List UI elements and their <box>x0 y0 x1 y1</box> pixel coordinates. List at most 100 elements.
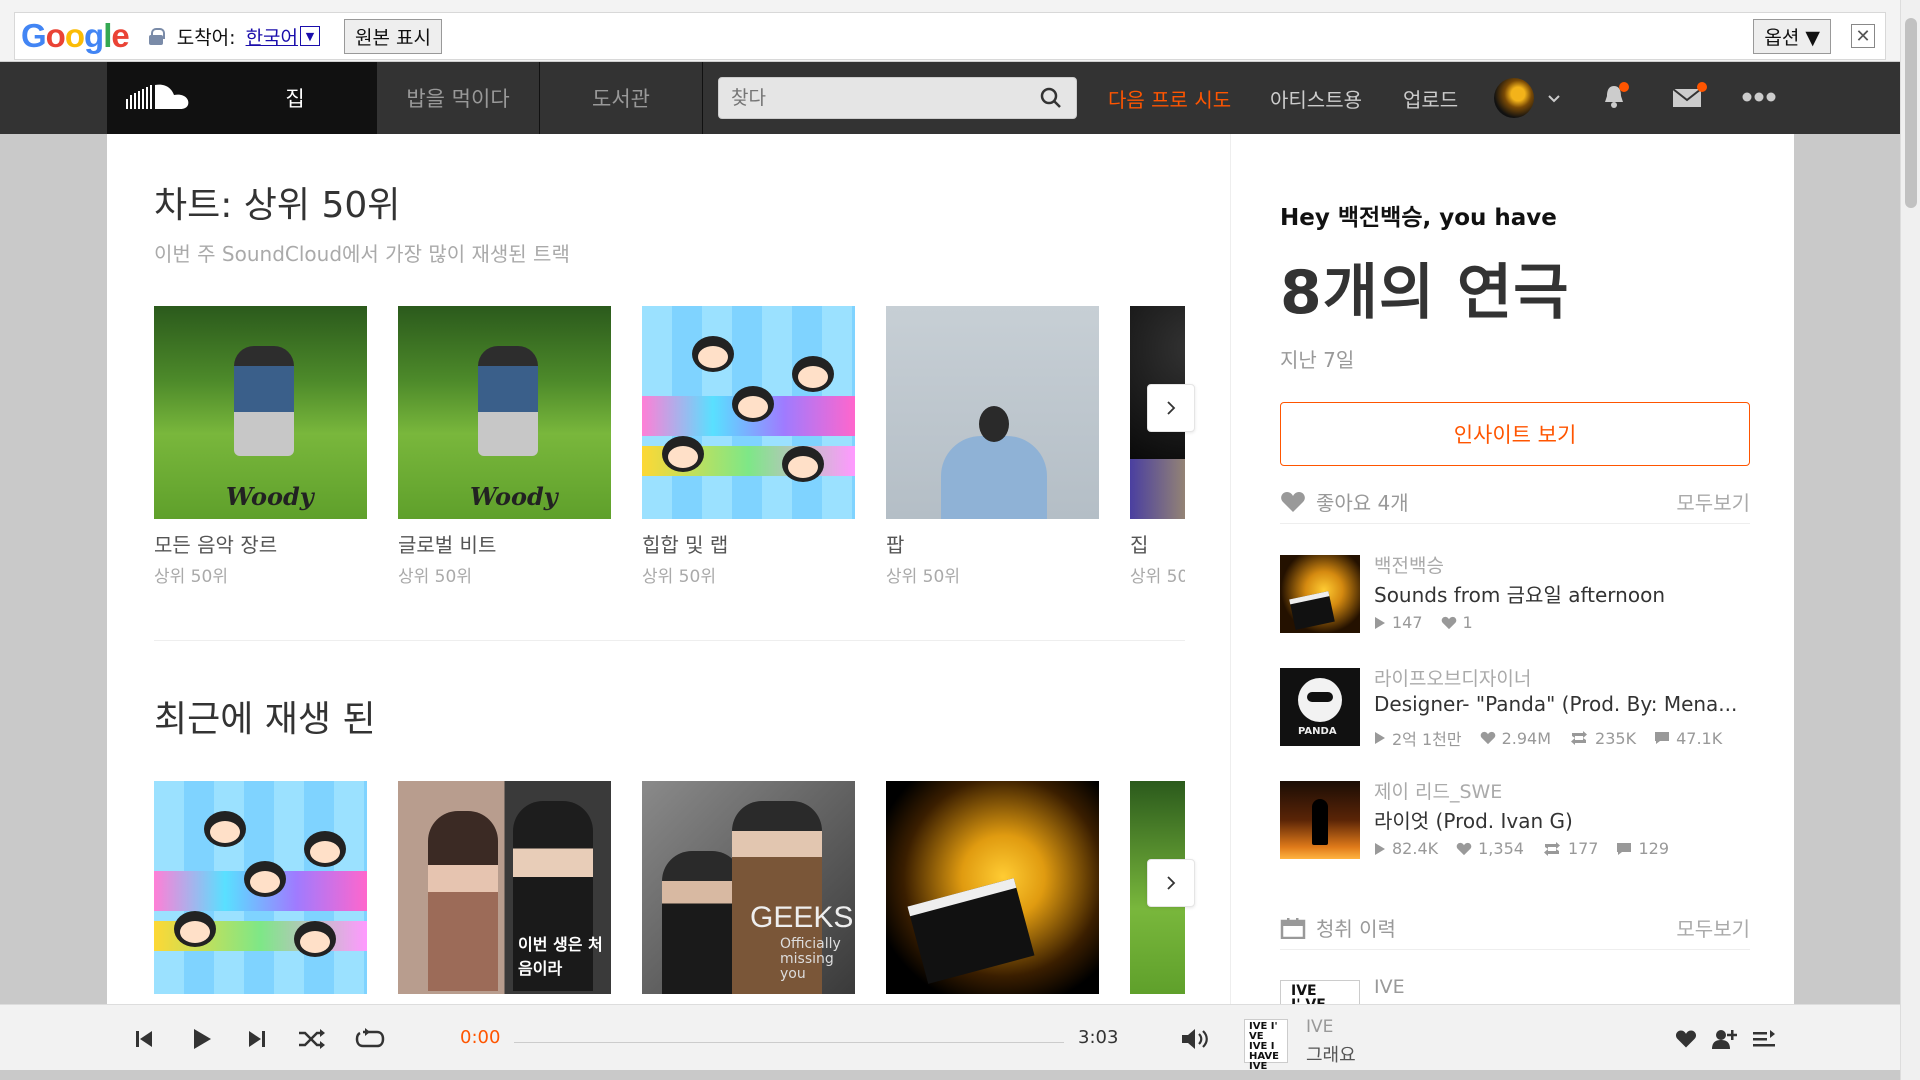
chart-card-title[interactable]: 집 <box>1130 529 1185 558</box>
pixel-artwork[interactable] <box>642 306 855 519</box>
track-user[interactable]: IVE <box>1374 976 1405 998</box>
liked-track-row[interactable]: 백전백승 Sounds from 금요일 afternoon 147 1 <box>1280 555 1750 635</box>
pixel-artwork[interactable] <box>154 781 367 994</box>
player-bar: 0:00 3:03 IVE I' VE IVE I HAVE IVE IVE 그… <box>0 1004 1900 1072</box>
translate-bar: Google 도착어: 한국어 ▼ 원본 표시 옵션 ▼ ✕ <box>0 0 1900 62</box>
recently-played-title[interactable]: 최근에 재생 된 <box>154 690 376 742</box>
cloud-icon <box>125 84 188 109</box>
follow-button[interactable] <box>1710 1025 1738 1053</box>
queue-button[interactable] <box>1750 1025 1778 1053</box>
chart-card[interactable]: Woody 모든 음악 장르 상위 50위 <box>154 306 367 587</box>
shuffle-icon <box>299 1029 325 1049</box>
chart-card[interactable]: Woody 글로벌 비트 상위 50위 <box>398 306 611 587</box>
liked-track-row[interactable]: PANDA 라이프오브디자이너 Designer- "Panda" (Prod.… <box>1280 668 1750 749</box>
history-track-row[interactable]: IVE I' VE IVE <box>1280 976 1750 1004</box>
play-count-icon <box>1375 732 1385 744</box>
progress-bar[interactable] <box>514 1042 1064 1043</box>
chart-card-title[interactable]: 힙합 및 랩 <box>642 529 855 558</box>
more-options-icon[interactable] <box>1742 92 1776 102</box>
woody-artwork[interactable]: Woody <box>398 306 611 519</box>
queue-icon <box>1753 1030 1775 1047</box>
woody-artwork[interactable]: Woody <box>154 306 367 519</box>
recent-card[interactable]: 이번 생은 처음이라 <box>398 781 611 994</box>
ive-thumb[interactable]: IVE I' VE <box>1280 980 1360 1004</box>
liked-track-row[interactable]: 제이 리드_SWE 라이엇 (Prod. Ivan G) 82.4K 1,354… <box>1280 781 1750 861</box>
search-icon[interactable] <box>1040 87 1062 109</box>
user-avatar[interactable] <box>1494 78 1534 118</box>
geeks-artwork[interactable]: GEEKS Officially missing you <box>642 781 855 994</box>
add-user-icon <box>1712 1030 1737 1049</box>
track-title[interactable]: Sounds from 금요일 afternoon <box>1374 579 1750 608</box>
play-button[interactable] <box>188 1025 216 1053</box>
vertical-scrollbar[interactable] <box>1900 0 1920 1080</box>
nav-feed[interactable]: 밥을 먹이다 <box>377 62 540 134</box>
history-view-all-link[interactable]: 모두보기 <box>1676 913 1750 942</box>
language-dropdown-icon[interactable]: ▼ <box>300 26 321 46</box>
recent-card[interactable] <box>154 781 367 994</box>
heart-icon <box>1675 1030 1697 1048</box>
track-user[interactable]: 백전백승 <box>1374 551 1444 578</box>
like-count-icon <box>1456 842 1472 855</box>
upload-link[interactable]: 업로드 <box>1403 62 1458 134</box>
view-insights-button[interactable]: 인사이트 보기 <box>1280 402 1750 466</box>
skip-back-icon <box>136 1031 152 1047</box>
nav-home[interactable]: 집 <box>214 62 377 134</box>
nav-library[interactable]: 도서관 <box>540 62 703 134</box>
previous-button[interactable] <box>130 1025 158 1053</box>
for-artists-link[interactable]: 아티스트용 <box>1270 62 1362 134</box>
chevron-down-icon[interactable] <box>1548 92 1560 104</box>
show-original-button[interactable]: 원본 표시 <box>344 18 442 54</box>
sidebar: Hey 백전백승, you have 8개의 연극 지난 7일 인사이트 보기 … <box>1280 134 1750 1004</box>
likes-view-all-link[interactable]: 모두보기 <box>1676 487 1750 516</box>
search-box <box>718 77 1077 119</box>
shuffle-button[interactable] <box>298 1025 326 1053</box>
chart-card-title[interactable]: 모든 음악 장르 <box>154 529 367 558</box>
now-playing-thumb[interactable]: IVE I' VE IVE I HAVE IVE <box>1244 1019 1288 1072</box>
chart-card[interactable]: 힙합 및 랩 상위 50위 <box>642 306 855 587</box>
scrollbar-thumb[interactable] <box>1905 18 1917 208</box>
drama-ost-artwork[interactable]: 이번 생은 처음이라 <box>398 781 611 994</box>
try-pro-link[interactable]: 다음 프로 시도 <box>1108 62 1231 134</box>
chart-card-title[interactable]: 팝 <box>886 529 1099 558</box>
recent-card[interactable]: GEEKS Officially missing you <box>642 781 855 994</box>
charts-next-button[interactable] <box>1147 384 1195 432</box>
options-button[interactable]: 옵션 ▼ <box>1753 18 1831 54</box>
recent-next-button[interactable] <box>1147 859 1195 907</box>
soundcloud-logo[interactable] <box>107 62 214 134</box>
panda-thumb[interactable]: PANDA <box>1280 668 1360 746</box>
chart-card-subtitle: 상위 50위 <box>1130 567 1185 587</box>
track-stats: 147 1 <box>1374 613 1473 632</box>
next-button[interactable] <box>243 1025 271 1053</box>
google-logo: Google <box>21 17 130 54</box>
close-translate-button[interactable]: ✕ <box>1851 24 1875 48</box>
track-user[interactable]: 라이프오브디자이너 <box>1374 664 1531 691</box>
charts-title[interactable]: 차트: 상위 50위 <box>154 176 400 228</box>
now-playing-artist[interactable]: IVE <box>1306 1017 1333 1037</box>
messages-envelope-icon[interactable] <box>1672 88 1702 108</box>
chart-card[interactable]: 집 상위 50위 <box>1130 306 1185 587</box>
history-header: 청취 이력 모두보기 <box>1280 906 1750 950</box>
volume-button[interactable] <box>1180 1025 1212 1053</box>
likes-header: 좋아요 4개 모두보기 <box>1280 480 1750 524</box>
search-input[interactable] <box>719 78 1019 118</box>
clapper-artwork[interactable] <box>886 781 1099 994</box>
chevron-right-icon <box>1167 876 1176 890</box>
now-playing-title[interactable]: 그래요 <box>1306 1041 1356 1067</box>
likes-count-link[interactable]: 좋아요 4개 <box>1316 487 1409 516</box>
history-link[interactable]: 청취 이력 <box>1316 913 1396 942</box>
grey-portrait-artwork[interactable] <box>886 306 1099 519</box>
recent-card[interactable] <box>886 781 1099 994</box>
chart-card-title[interactable]: 글로벌 비트 <box>398 529 611 558</box>
chart-card[interactable]: 팝 상위 50위 <box>886 306 1099 587</box>
column-divider <box>1230 134 1231 1004</box>
target-language-link[interactable]: 한국어 <box>246 23 298 50</box>
repeat-button[interactable] <box>354 1025 386 1053</box>
clapper-thumb[interactable] <box>1280 555 1360 633</box>
play-count-icon <box>1375 842 1385 855</box>
like-button[interactable] <box>1672 1025 1700 1053</box>
track-title[interactable]: Designer- "Panda" (Prod. By: Mena... <box>1374 692 1750 716</box>
track-user[interactable]: 제이 리드_SWE <box>1374 777 1502 804</box>
play-icon <box>194 1029 211 1049</box>
track-title[interactable]: 라이엇 (Prod. Ivan G) <box>1374 805 1750 834</box>
fire-thumb[interactable] <box>1280 781 1360 859</box>
